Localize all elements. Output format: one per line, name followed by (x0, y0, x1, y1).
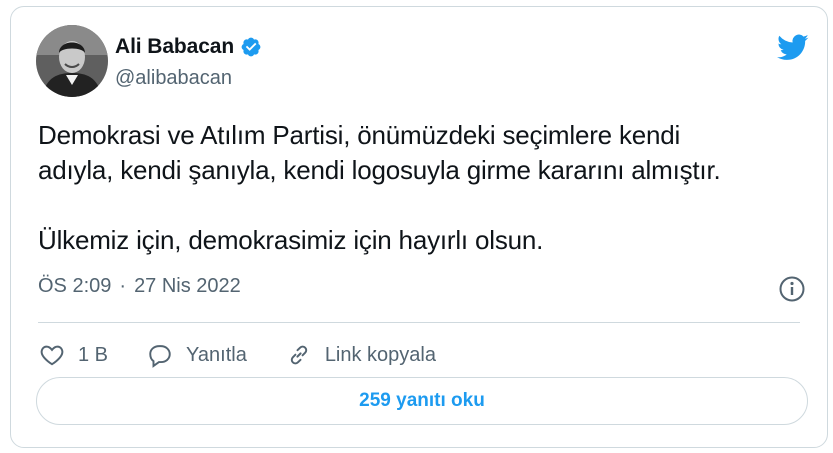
reply-bubble-icon (149, 345, 171, 368)
tweet-line: Ülkemiz için, demokrasimiz için hayırlı … (38, 225, 544, 255)
tweet-timestamp[interactable]: ÖS 2:09 · 27 Nis 2022 (38, 275, 241, 298)
divider (38, 322, 800, 323)
tweet-date: 27 Nis 2022 (134, 275, 241, 297)
tweet-time: ÖS 2:09 (38, 275, 112, 297)
copy-link-label: Link kopyala (324, 343, 436, 366)
read-replies-button[interactable]: 259 yanıtı oku (36, 377, 808, 425)
tweet-line: Demokrasi ve Atılım Partisi, önümüzdeki … (38, 120, 681, 150)
action-bar: 1 B Yanıtla Link kopyala (38, 340, 474, 370)
link-icon (290, 345, 307, 365)
copy-link-button[interactable]: Link kopyala (285, 342, 436, 368)
reply-label: Yanıtla (186, 343, 247, 366)
like-count: 1 B (78, 343, 109, 366)
verified-badge-icon (240, 36, 262, 58)
reply-button[interactable]: Yanıtla (146, 342, 247, 368)
author-name[interactable]: Ali Babacan (115, 35, 234, 59)
heart-icon (40, 345, 64, 366)
like-button[interactable]: 1 B (38, 342, 108, 368)
tweet-line: adıyla, kendi şanıyla, kendi logosuyla g… (38, 155, 721, 185)
tweet-card: Ali Babacan @alibabacan Demokrasi ve Atı… (10, 6, 828, 448)
avatar[interactable] (36, 25, 108, 97)
tweet-text: Demokrasi ve Atılım Partisi, önümüzdeki … (38, 118, 818, 258)
meta-separator: · (119, 275, 127, 297)
twitter-bird-icon[interactable] (775, 31, 811, 63)
info-icon[interactable] (778, 275, 806, 303)
author-handle[interactable]: @alibabacan (115, 67, 232, 90)
author-row: Ali Babacan (115, 33, 262, 61)
